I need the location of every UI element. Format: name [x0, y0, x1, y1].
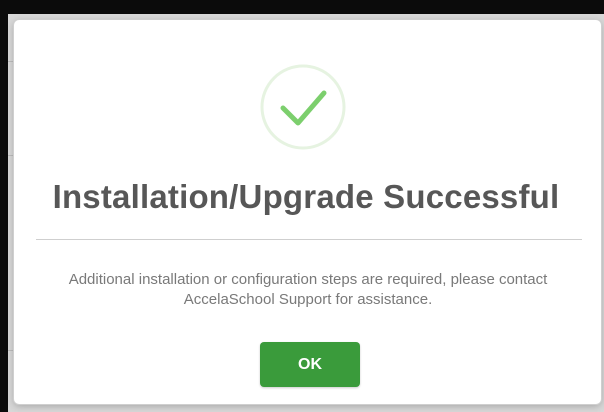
ok-button[interactable]: OK: [260, 342, 360, 387]
screen-frame: Installation/Upgrade Successful Addition…: [0, 0, 604, 412]
check-circle-icon: [258, 62, 348, 152]
success-dialog: Installation/Upgrade Successful Addition…: [14, 20, 601, 404]
title-divider: [36, 239, 582, 240]
dialog-title: Installation/Upgrade Successful: [52, 178, 560, 215]
dialog-message: Additional installation or configuration…: [68, 271, 548, 308]
